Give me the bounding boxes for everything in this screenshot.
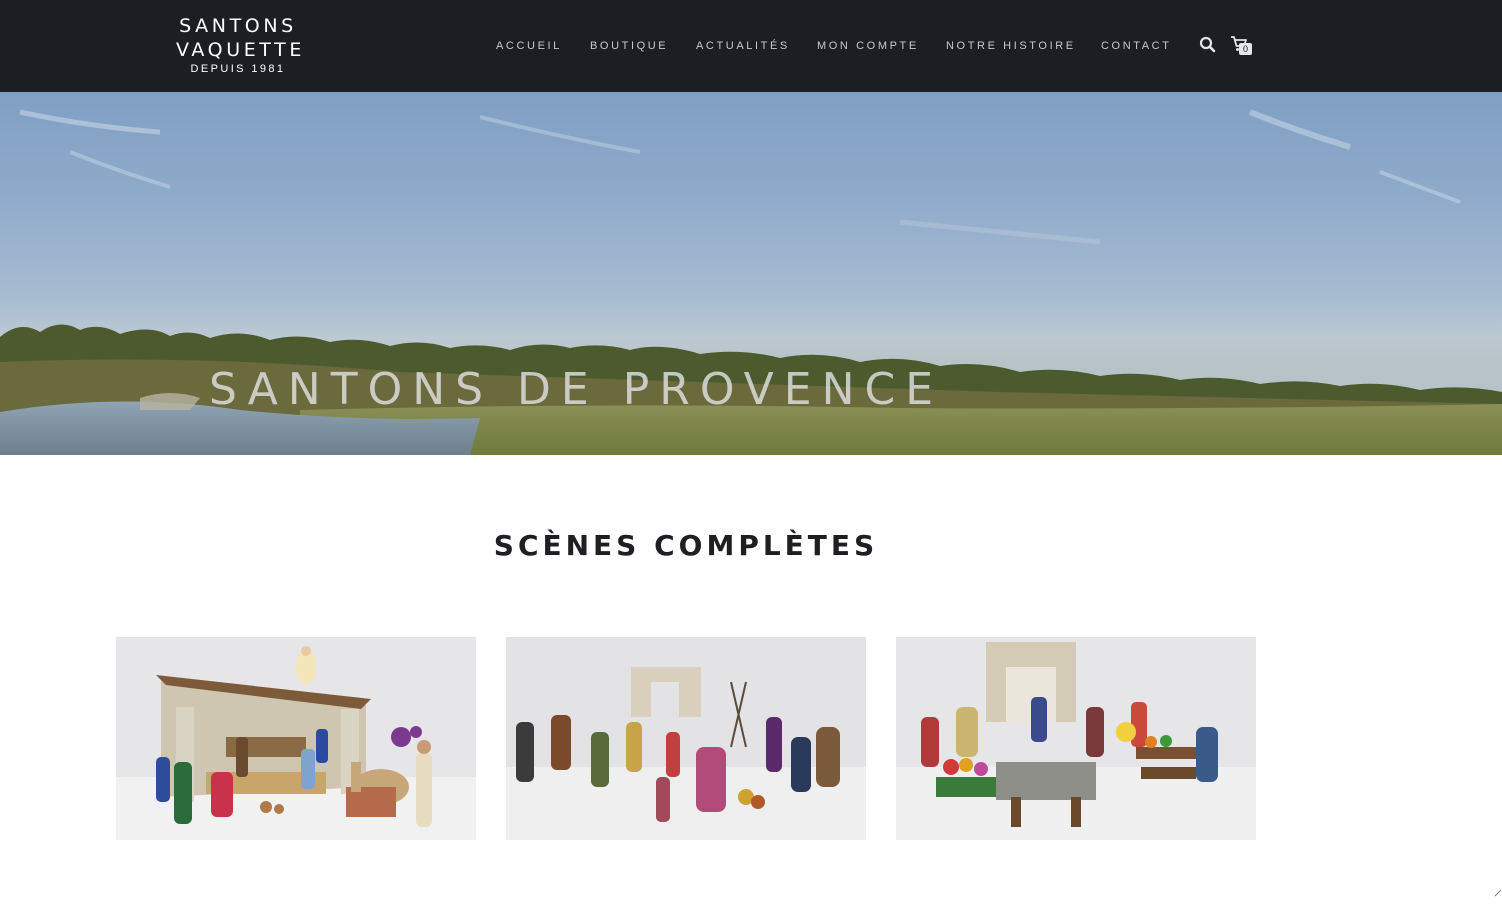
hero-title-text: SANTONS DE PROVENCE [208, 364, 944, 415]
hero-banner: SANTONS DE PROVENCE [0, 92, 1502, 455]
nav-item-notre-histoire[interactable]: NOTRE HISTOIRE [946, 38, 1076, 54]
scene-tile-market[interactable] [896, 637, 1256, 840]
site-header: SANTONS VAQUETTE DEPUIS 1981 ACCUEIL BOU… [0, 0, 1502, 92]
cart-count-badge: 0 [1239, 43, 1252, 55]
nav-item-accueil[interactable]: ACCUEIL [496, 38, 562, 54]
search-icon[interactable] [1199, 36, 1217, 54]
nativity-scene-image [116, 637, 476, 840]
logo-line-2: VAQUETTE [176, 39, 305, 61]
nav-item-actualites[interactable]: ACTUALITÉS [696, 38, 790, 54]
nav-item-mon-compte[interactable]: MON COMPTE [817, 38, 919, 54]
market-scene-image [896, 637, 1256, 840]
scene-tile-village[interactable] [506, 637, 866, 840]
site-logo[interactable]: SANTONS VAQUETTE DEPUIS 1981 [176, 14, 305, 76]
section-title: SCÈNES COMPLÈTES [493, 529, 879, 562]
logo-tagline: DEPUIS 1981 [190, 63, 286, 75]
nav-item-contact[interactable]: CONTACT [1101, 38, 1172, 54]
hero-title: SANTONS DE PROVENCE [0, 362, 1502, 418]
village-scene-image [506, 637, 866, 840]
scene-tile-nativity[interactable] [116, 637, 476, 840]
resize-grip-icon [1494, 884, 1502, 897]
nav-item-boutique[interactable]: BOUTIQUE [590, 38, 668, 54]
logo-line-1: SANTONS [179, 15, 297, 37]
